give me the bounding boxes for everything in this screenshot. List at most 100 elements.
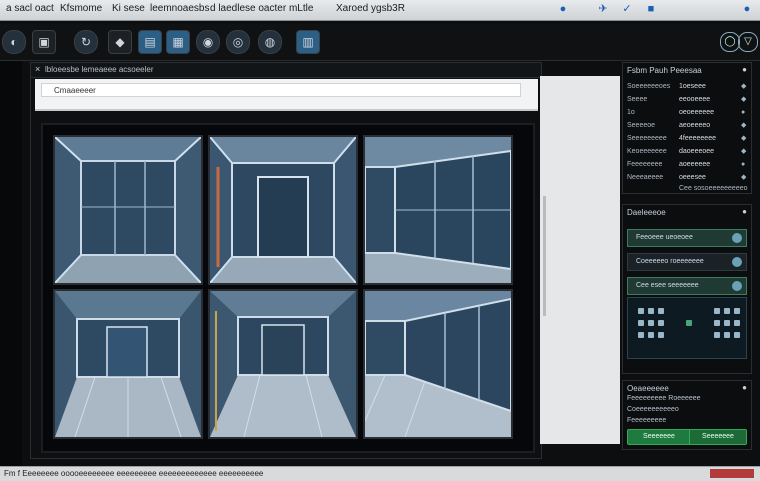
property-value: aeoeeeeo [679,122,711,129]
grid-button[interactable]: ▦ [166,30,190,54]
layer-label: Feeoeee ueoeoee [636,234,693,241]
settings-item[interactable]: Coeeeeeeeeeeo [627,406,747,416]
menu-item-4[interactable]: leemnoaesbs [150,3,209,14]
layer-row[interactable]: Feeoeee ueoeoee [627,229,747,247]
left-strip [0,61,22,466]
ok-button[interactable]: Seeeeeee [627,429,691,445]
properties-panel: Fsbm Pauh Peeesaa ● Soeeeeeeoes 1oeseee … [622,62,752,194]
property-row[interactable]: Soeeeeeeoes 1oeseee ◆ [627,83,747,94]
room-render [55,291,201,437]
status-dot-icon[interactable]: ● [740,2,754,16]
viewport-bottom-left[interactable] [53,289,203,439]
dot-icon: ● [741,109,746,116]
key[interactable] [648,308,654,314]
property-label: Seeee [627,96,648,103]
settings-icon[interactable]: ◯ [720,32,740,52]
key[interactable] [658,332,664,338]
key[interactable] [734,308,740,314]
property-row[interactable]: Seeee eeooeeee ◆ [627,96,747,107]
status-bar: Fm f Eeeeeeee ooooeeeeeeee eeeeeeeee eee… [0,466,760,481]
record-icon[interactable]: ● [556,2,570,16]
drop-icon: ◆ [741,83,747,90]
refresh-button[interactable]: ↻ [74,30,98,54]
key[interactable] [714,320,720,326]
cancel-button[interactable]: Seeeeeee [689,429,747,445]
property-row[interactable]: 1o oeoeeeeee ● [627,109,747,120]
document-titlebar: × lbloeesbe lemeaeee acsoeeler [31,63,541,78]
key[interactable] [638,332,644,338]
menu-item-6[interactable]: Xaroed ygsb3R [336,3,405,14]
property-row[interactable]: Seeeeeeeee 4feeeeeeee ◆ [627,135,747,146]
key[interactable] [658,320,664,326]
shape-button[interactable]: ◆ [108,30,132,54]
key[interactable] [714,308,720,314]
vertical-scrollbar[interactable] [543,196,546,316]
viewport-bottom-right[interactable] [363,289,513,439]
menu-bar: a sacl oact Kfsmome Ki sese leemnoaesbs … [0,0,760,21]
properties-footer: Cee sosoeeeeeeeeeo [679,185,748,192]
layers-close-icon[interactable]: ● [742,207,747,216]
address-bar: Cmaaeeeer [35,79,538,111]
viewport-top-middle[interactable] [208,135,358,285]
key[interactable] [734,320,740,326]
columns-button[interactable]: ▥ [296,30,320,54]
key[interactable] [686,320,692,326]
menu-item-1[interactable]: a sacl oact [6,3,54,14]
property-label: 1o [627,109,635,116]
key[interactable] [648,332,654,338]
toggle-button[interactable]: ◐ [2,30,26,54]
settings-close-icon[interactable]: ● [742,383,747,392]
eye-icon[interactable] [732,281,742,291]
target-button[interactable]: ◎ [226,30,250,54]
properties-close-icon[interactable]: ● [742,65,747,74]
layout-button[interactable]: ▤ [138,30,162,54]
menu-item-2[interactable]: Kfsmome [60,3,102,14]
panel-button[interactable]: ▣ [32,30,56,54]
eye-icon[interactable] [732,233,742,243]
menu-item-5[interactable]: d laedlese oacter mLtle [210,3,313,14]
key[interactable] [734,332,740,338]
room-render [365,137,511,283]
window-icon[interactable]: ■ [644,2,658,16]
property-value: oeeesee [679,174,706,181]
render-button[interactable]: ◍ [258,30,282,54]
key[interactable] [724,308,730,314]
toolbar: ◐ ▣ ↻ ◆ ▤ ▦ ◉ ◎ ◍ ▥ ◯ ▽ [0,24,760,61]
document-window: × lbloeesbe lemeaeee acsoeeler Cmaaeeeer [30,62,542,459]
settings-title: Oeaeeeeee [627,384,669,393]
property-row[interactable]: Keoeeeeeee daoeeeoee ◆ [627,148,747,159]
menu-item-3[interactable]: Ki sese [112,3,145,14]
check-icon[interactable]: ✓ [620,2,634,16]
key[interactable] [638,308,644,314]
viewport-bottom-middle[interactable] [208,289,358,439]
layer-row[interactable]: Cee esee seeeeeee [627,277,747,295]
key[interactable] [658,308,664,314]
eye-icon[interactable] [732,257,742,267]
property-label: Keoeeeeeee [627,148,667,155]
layers-title: Daeleeeoe [627,208,666,217]
key[interactable] [724,332,730,338]
property-label: Seeeeeeeee [627,135,667,142]
room-render [365,291,511,437]
viewport-top-left[interactable] [53,135,203,285]
settings-item[interactable]: Feeeeeeeee [627,417,747,427]
property-row[interactable]: Neeeaeeee oeeesee ◆ [627,174,747,185]
filter-icon[interactable]: ▽ [738,32,758,52]
close-icon[interactable]: × [35,64,40,74]
property-row[interactable]: Seeeeoe aeoeeeeo ◆ [627,122,747,133]
drop-icon: ◆ [741,148,747,155]
key[interactable] [714,332,720,338]
key[interactable] [638,320,644,326]
key[interactable] [648,320,654,326]
viewport-top-right[interactable] [363,135,513,285]
property-label: Feeeeeeee [627,161,663,168]
property-row[interactable]: Feeeeeeee aoeeeeee ● [627,161,747,172]
send-icon[interactable]: ✈ [596,2,610,16]
key[interactable] [724,320,730,326]
address-input[interactable]: Cmaaeeeer [41,83,521,97]
layer-row[interactable]: Coeeeeeo roeeeeeee [627,253,747,271]
settings-panel: Oeaeeeeee ● Feeeeeeeee Roeeeeee Coeeeeee… [622,380,752,450]
property-value: oeoeeeeee [679,109,715,116]
settings-item[interactable]: Feeeeeeeee Roeeeeee [627,395,747,405]
view-button[interactable]: ◉ [196,30,220,54]
